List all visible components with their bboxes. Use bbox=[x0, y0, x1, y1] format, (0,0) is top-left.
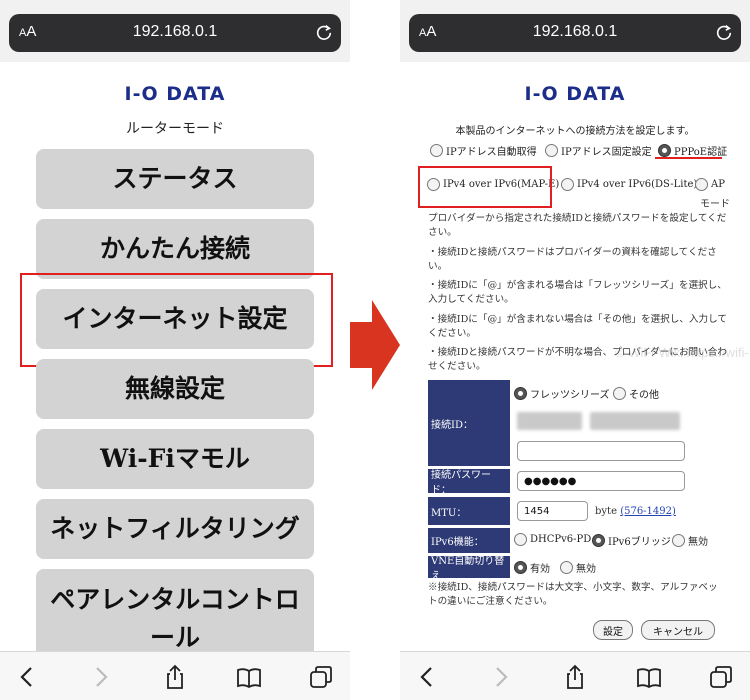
ipv6-bridge-radio[interactable]: IPv6ブリッジ bbox=[592, 533, 671, 548]
highlight-internet-settings bbox=[20, 273, 333, 367]
method-static-ip-radio[interactable]: IPアドレス固定設定 bbox=[545, 143, 652, 158]
tabs-icon[interactable] bbox=[706, 662, 736, 692]
watermark: © WiFi-Wiki https://wifi-... bbox=[615, 345, 750, 360]
method-dhcp-radio[interactable]: IPアドレス自動取得 bbox=[430, 143, 537, 158]
address-bar[interactable]: AA 192.168.0.1 bbox=[9, 14, 341, 52]
blurred-id-part-2 bbox=[590, 412, 680, 430]
menu-net-filtering-button[interactable]: ネットフィルタリング bbox=[36, 499, 314, 559]
blurred-id-part-1 bbox=[517, 412, 582, 430]
note-2: ・接続IDに「@」が含まれる場合は「フレッツシリーズ」を選択し、入力してください… bbox=[428, 280, 727, 305]
ipv6-dhcpv6pd-radio[interactable]: DHCPv6-PD bbox=[514, 533, 591, 546]
brand-logo: I-O DATA bbox=[124, 83, 226, 105]
browser-top-bar: AA 192.168.0.1 bbox=[0, 0, 350, 62]
cancel-button[interactable]: キャンセル bbox=[641, 620, 715, 640]
share-icon[interactable] bbox=[560, 662, 590, 692]
radio-icon bbox=[430, 144, 443, 157]
address-bar[interactable]: AA 192.168.0.1 bbox=[409, 14, 741, 52]
connection-id-input[interactable] bbox=[517, 441, 685, 461]
right-phone-screen: AA 192.168.0.1 I-O DATA 本製品のインターネットへの接続方… bbox=[400, 0, 750, 700]
mtu-input[interactable]: 1454 bbox=[517, 501, 588, 521]
vne-disabled-radio[interactable]: 無効 bbox=[560, 560, 596, 575]
url-text[interactable]: 192.168.0.1 bbox=[9, 23, 341, 41]
connection-id-label: 接続ID： bbox=[428, 380, 510, 466]
back-icon[interactable] bbox=[412, 662, 442, 692]
pppoe-underline bbox=[655, 157, 722, 159]
forward-icon[interactable] bbox=[86, 662, 116, 692]
ap-mode-label: モード bbox=[700, 199, 730, 210]
menu-wireless-settings-button[interactable]: 無線設定 bbox=[36, 359, 314, 419]
forward-icon[interactable] bbox=[486, 662, 516, 692]
vne-enabled-radio[interactable]: 有効 bbox=[514, 560, 550, 575]
password-label: 接続パスワード： bbox=[428, 469, 510, 496]
radio-icon bbox=[545, 144, 558, 157]
intro-text: 本製品のインターネットへの接続方法を設定します。 bbox=[455, 126, 695, 137]
share-icon[interactable] bbox=[160, 662, 190, 692]
radio-selected-icon bbox=[592, 534, 605, 547]
password-input[interactable]: ●●●●●● bbox=[517, 471, 685, 491]
other-provider-radio[interactable]: その他 bbox=[613, 386, 659, 401]
arrow-right-icon bbox=[350, 300, 400, 390]
radio-selected-icon bbox=[658, 144, 671, 157]
browser-top-bar: AA 192.168.0.1 bbox=[400, 0, 750, 62]
mtu-range: byte (576-1492) bbox=[595, 506, 676, 517]
ipv6-disabled-radio[interactable]: 無効 bbox=[672, 533, 708, 548]
tabs-icon[interactable] bbox=[306, 662, 336, 692]
radio-icon bbox=[672, 534, 685, 547]
menu-easy-connect-button[interactable]: かんたん接続 bbox=[36, 219, 314, 279]
method-pppoe-radio[interactable]: PPPoE認証 bbox=[658, 143, 727, 158]
radio-icon bbox=[695, 178, 708, 191]
ipv6-label: IPv6機能： bbox=[428, 528, 510, 553]
footnote: ※接続ID、接続パスワードは大文字、小文字、数字、アルファベットの違いにご注意く… bbox=[428, 582, 718, 607]
method-ds-lite-radio[interactable]: IPv4 over IPv6(DS-Lite) bbox=[561, 178, 697, 191]
radio-icon bbox=[560, 561, 573, 574]
mtu-range-link[interactable]: (576-1492) bbox=[620, 506, 676, 517]
menu-wifi-mamoru-button[interactable]: Wi-Fiマモル bbox=[36, 429, 314, 489]
back-icon[interactable] bbox=[12, 662, 42, 692]
menu-status-button[interactable]: ステータス bbox=[36, 149, 314, 209]
method-ap-mode-radio[interactable]: AP bbox=[695, 178, 725, 191]
radio-selected-icon bbox=[514, 387, 527, 400]
reload-icon[interactable] bbox=[315, 23, 333, 41]
browser-bottom-toolbar bbox=[400, 651, 750, 700]
bookmarks-icon[interactable] bbox=[234, 662, 264, 692]
router-mode-label: ルーターモード bbox=[126, 121, 224, 137]
mtu-unit: byte bbox=[595, 506, 617, 517]
flets-series-radio[interactable]: フレッツシリーズ bbox=[514, 386, 610, 401]
browser-bottom-toolbar bbox=[0, 651, 350, 700]
left-phone-screen: AA 192.168.0.1 I-O DATA ルーターモード ステータス かん… bbox=[0, 0, 350, 700]
save-button[interactable]: 設定 bbox=[593, 620, 633, 640]
mtu-label: MTU： bbox=[428, 497, 510, 525]
radio-selected-icon bbox=[514, 561, 527, 574]
note-3: ・接続IDに「@」が含まれない場合は「その他」を選択し、入力してください。 bbox=[428, 314, 728, 339]
note-main: プロバイダーから指定された接続IDと接続パスワードを設定してください。 bbox=[428, 213, 727, 238]
radio-icon bbox=[613, 387, 626, 400]
vne-label: VNE自動切り替え bbox=[428, 556, 510, 582]
radio-icon bbox=[514, 533, 527, 546]
reload-icon[interactable] bbox=[715, 23, 733, 41]
radio-icon bbox=[561, 178, 574, 191]
url-text[interactable]: 192.168.0.1 bbox=[409, 23, 741, 41]
note-1: ・接続IDと接続パスワードはプロバイダーの資料を確認してください。 bbox=[428, 247, 717, 272]
brand-logo: I-O DATA bbox=[524, 83, 626, 105]
bookmarks-icon[interactable] bbox=[634, 662, 664, 692]
highlight-map-e bbox=[418, 166, 552, 208]
